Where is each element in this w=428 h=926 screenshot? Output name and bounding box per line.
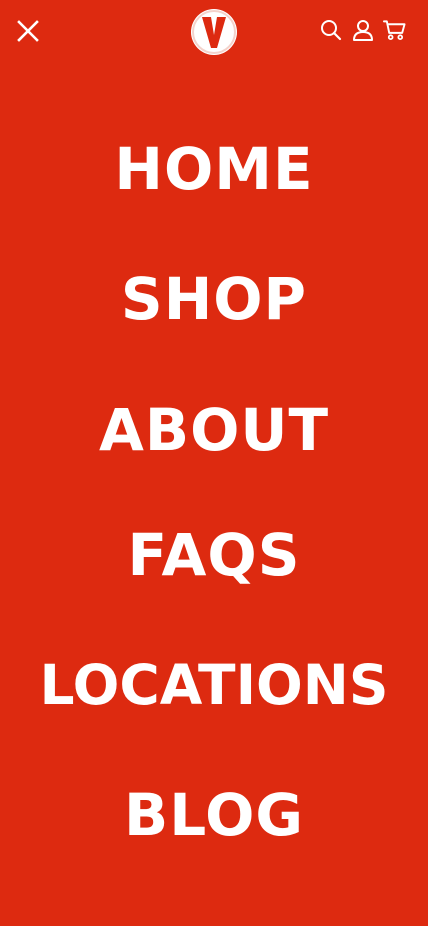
main-navigation: HOME SHOP ABOUT FAQS LOCATIONS BLOG bbox=[0, 0, 428, 926]
mobile-menu-page: HOME SHOP ABOUT FAQS LOCATIONS BLOG bbox=[0, 0, 428, 926]
nav-item-locations[interactable]: LOCATIONS bbox=[0, 650, 428, 720]
nav-item-shop[interactable]: SHOP bbox=[0, 264, 428, 334]
nav-item-home[interactable]: HOME bbox=[0, 134, 428, 204]
nav-item-blog[interactable]: BLOG bbox=[0, 780, 428, 850]
nav-item-faqs[interactable]: FAQS bbox=[0, 520, 428, 590]
nav-item-about[interactable]: ABOUT bbox=[0, 395, 428, 465]
